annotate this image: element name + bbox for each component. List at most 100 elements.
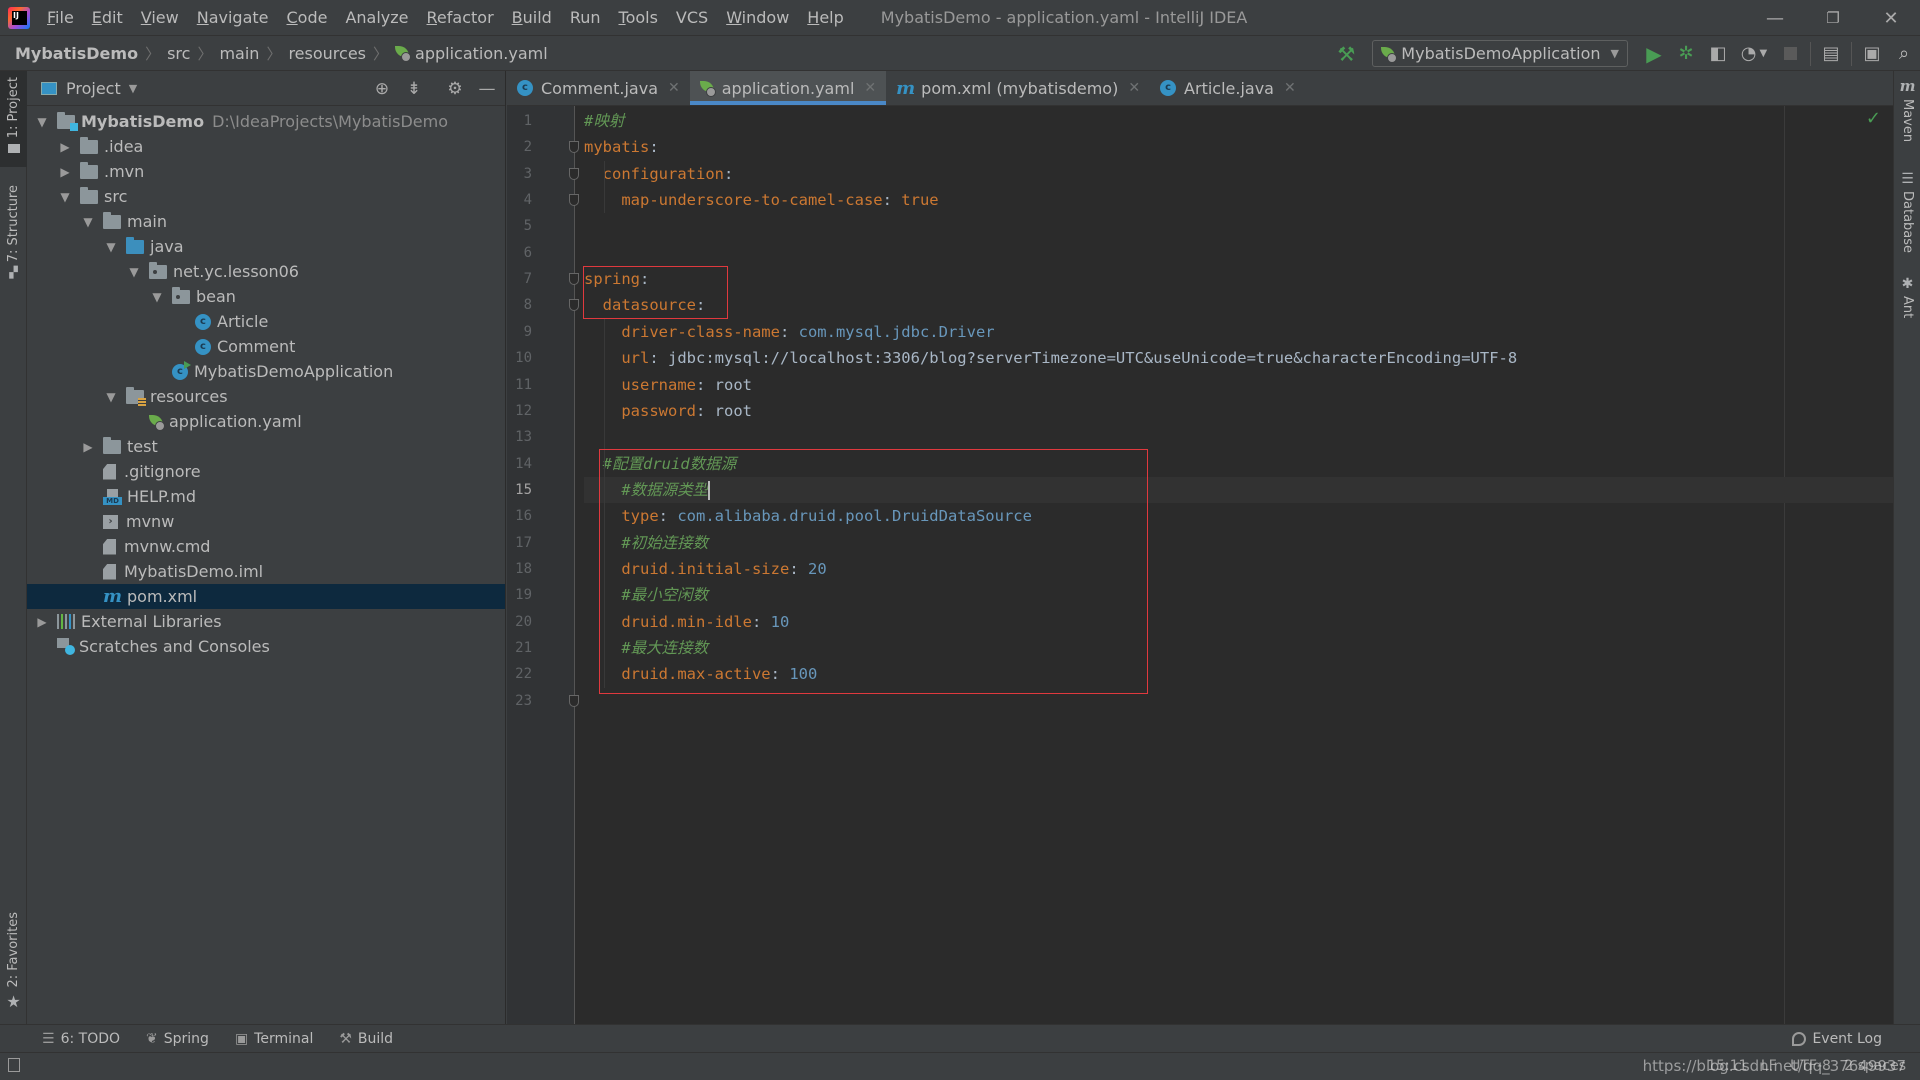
tree-item[interactable]: c MybatisDemoApplication <box>27 359 505 384</box>
expanded-arrow-icon[interactable]: ▼ <box>104 240 118 254</box>
tree-item[interactable]: c Article <box>27 309 505 334</box>
expanded-arrow-icon[interactable]: ▼ <box>104 390 118 404</box>
inspection-ok-icon[interactable]: ✓ <box>1866 108 1881 129</box>
project-structure-icon[interactable]: ▤ <box>1815 36 1847 71</box>
tool-tab-build[interactable]: ⚒ Build <box>339 1031 393 1047</box>
tree-item[interactable]: .gitignore <box>27 459 505 484</box>
run-configuration-select[interactable]: MybatisDemoApplication ▼ <box>1372 40 1628 67</box>
fold-marker-icon[interactable] <box>569 299 579 312</box>
menu-help[interactable]: Help <box>798 8 852 27</box>
fold-marker-icon[interactable] <box>569 167 579 180</box>
menu-refactor[interactable]: Refactor <box>418 8 503 27</box>
fold-marker-icon[interactable] <box>569 694 579 707</box>
run-icon[interactable]: ▶ <box>1638 36 1670 71</box>
close-window-button[interactable]: ✕ <box>1862 0 1920 36</box>
menu-edit[interactable]: Edit <box>83 8 132 27</box>
fold-marker-icon[interactable] <box>569 141 579 154</box>
profile-icon[interactable]: ◔ ▼ <box>1734 36 1774 71</box>
breadcrumb-resources[interactable]: resources <box>288 44 366 63</box>
tree-item[interactable]: application.yaml <box>27 409 505 434</box>
tool-tab-terminal[interactable]: ▣ Terminal <box>235 1031 313 1047</box>
tree-item[interactable]: ▶ .mvn <box>27 159 505 184</box>
tree-item-label: .idea <box>104 137 144 156</box>
stop-icon[interactable] <box>1774 36 1806 71</box>
close-tab-icon[interactable]: ✕ <box>1128 80 1140 96</box>
close-tab-icon[interactable]: ✕ <box>864 80 876 96</box>
tool-tab-todo[interactable]: ☰ 6: TODO <box>42 1031 120 1047</box>
fold-marker-icon[interactable] <box>569 194 579 207</box>
debug-icon[interactable]: ✲ <box>1670 36 1702 71</box>
tool-tab-database[interactable]: ☰ Database <box>1894 171 1920 253</box>
event-log-button[interactable]: Event Log <box>1792 1025 1882 1053</box>
tool-tab-spring[interactable]: ❦ Spring <box>146 1031 209 1047</box>
editor-tab[interactable]: application.yaml ✕ <box>689 71 887 105</box>
menu-tools[interactable]: Tools <box>610 8 667 27</box>
minimize-button[interactable]: — <box>1746 0 1804 36</box>
tool-tab-project[interactable]: 1: Project <box>0 71 27 167</box>
tree-item[interactable]: c Comment <box>27 334 505 359</box>
presentation-mode-icon[interactable]: ▣ <box>1856 36 1888 71</box>
collapsed-arrow-icon[interactable]: ▶ <box>35 615 49 629</box>
editor-tab[interactable]: m pom.xml (mybatisdemo) ✕ <box>886 71 1150 105</box>
menu-navigate[interactable]: Navigate <box>188 8 278 27</box>
tree-item[interactable]: ▶ test <box>27 434 505 459</box>
tree-item[interactable]: ▶ External Libraries <box>27 609 505 634</box>
gear-icon[interactable]: ⚙ <box>441 71 469 106</box>
breadcrumb-src[interactable]: src <box>167 44 190 63</box>
project-view-selector[interactable]: Project <box>66 79 121 98</box>
tool-tab-structure[interactable]: 7: Structure ▞ <box>0 185 27 305</box>
tree-item[interactable]: ▼ src <box>27 184 505 209</box>
close-tab-icon[interactable]: ✕ <box>1284 80 1296 96</box>
expanded-arrow-icon[interactable]: ▼ <box>150 290 164 304</box>
tree-item[interactable]: ▼ net.yc.lesson06 <box>27 259 505 284</box>
editor-tab[interactable]: c Article.java ✕ <box>1150 71 1306 105</box>
tree-item[interactable]: › mvnw <box>27 509 505 534</box>
tree-item[interactable]: ▼ main <box>27 209 505 234</box>
menu-run[interactable]: Run <box>561 8 610 27</box>
tree-item[interactable]: m pom.xml <box>27 584 505 609</box>
menu-vcs[interactable]: VCS <box>667 8 717 27</box>
expanded-arrow-icon[interactable]: ▼ <box>58 190 72 204</box>
tree-item[interactable]: ▼ resources <box>27 384 505 409</box>
breadcrumb-project[interactable]: MybatisDemo <box>15 44 138 63</box>
hide-panel-icon[interactable]: — <box>473 71 501 106</box>
collapsed-arrow-icon[interactable]: ▶ <box>81 440 95 454</box>
breadcrumb-main[interactable]: main <box>219 44 259 63</box>
tool-tab-ant[interactable]: ✱ Ant <box>1894 276 1920 318</box>
line-number: 20 <box>515 613 532 630</box>
tree-item[interactable]: ▼ bean <box>27 284 505 309</box>
tree-item[interactable]: HELP.md <box>27 484 505 509</box>
menu-code[interactable]: Code <box>278 8 337 27</box>
tree-item[interactable]: mvnw.cmd <box>27 534 505 559</box>
coverage-icon[interactable]: ◧ <box>1702 36 1734 71</box>
tool-tab-maven[interactable]: m Maven <box>1894 77 1920 142</box>
collapsed-arrow-icon[interactable]: ▶ <box>58 165 72 179</box>
menu-analyze[interactable]: Analyze <box>336 8 417 27</box>
tree-item[interactable]: Scratches and Consoles <box>27 634 505 659</box>
breadcrumb-file[interactable]: application.yaml <box>395 44 548 63</box>
tree-item[interactable]: ▶ .idea <box>27 134 505 159</box>
expanded-arrow-icon[interactable]: ▼ <box>35 115 49 129</box>
collapse-all-icon[interactable]: ⇟ <box>400 71 428 106</box>
tool-tab-favorites[interactable]: 2: Favorites ★ <box>0 911 27 1011</box>
build-hammer-icon[interactable]: ⚒ <box>1330 36 1362 71</box>
toggle-tool-windows-icon[interactable] <box>8 1058 20 1072</box>
collapsed-arrow-icon[interactable]: ▶ <box>58 140 72 154</box>
chevron-down-icon[interactable]: ▼ <box>129 82 137 95</box>
locate-file-icon[interactable]: ⊕ <box>368 71 396 106</box>
close-tab-icon[interactable]: ✕ <box>668 80 680 96</box>
restore-button[interactable]: ❐ <box>1804 0 1862 36</box>
search-icon[interactable]: ⌕ <box>1888 36 1920 71</box>
menu-file[interactable]: File <box>38 8 83 27</box>
menu-window[interactable]: Window <box>717 8 798 27</box>
tree-item[interactable]: MybatisDemo.iml <box>27 559 505 584</box>
menu-view[interactable]: View <box>132 8 188 27</box>
tree-item[interactable]: ▼ java <box>27 234 505 259</box>
menu-build[interactable]: Build <box>503 8 561 27</box>
code-editor[interactable]: 1 2 3 4 5 6 7 8 9 10 11 12 13 14 15 16 17 18 19 20 21 22 23 #映… <box>507 106 1893 1024</box>
expanded-arrow-icon[interactable]: ▼ <box>127 265 141 279</box>
tree-item[interactable]: ▼ MybatisDemo D:\IdeaProjects\MybatisDemo <box>27 109 505 134</box>
fold-marker-icon[interactable] <box>569 273 579 286</box>
expanded-arrow-icon[interactable]: ▼ <box>81 215 95 229</box>
editor-tab[interactable]: c Comment.java ✕ <box>507 71 690 105</box>
